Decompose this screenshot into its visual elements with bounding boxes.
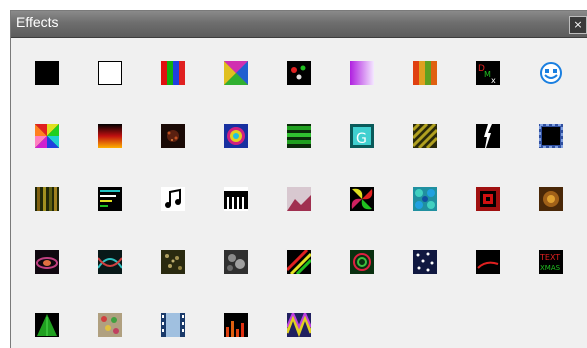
horizontal-bars-icon[interactable] <box>287 124 311 148</box>
shimmer-icon[interactable] <box>539 187 563 211</box>
plasma-icon[interactable] <box>413 187 437 211</box>
pattern-icon[interactable] <box>413 124 437 148</box>
spirograph-icon[interactable] <box>350 250 374 274</box>
title-bar[interactable]: Effects × <box>11 11 587 38</box>
color-bars-icon[interactable] <box>161 61 185 85</box>
marquee-icon[interactable] <box>539 124 563 148</box>
fireworks-icon[interactable] <box>161 124 185 148</box>
svg-text:x: x <box>491 76 496 85</box>
effects-grid: DMx G TEXT XMAS <box>11 37 587 348</box>
close-button[interactable]: × <box>569 16 587 34</box>
vu-meter-icon[interactable] <box>224 313 248 337</box>
svg-text:TEXT: TEXT <box>539 253 560 262</box>
strobe-icon[interactable] <box>476 250 500 274</box>
black-fill-icon[interactable] <box>35 61 59 85</box>
svg-text:M: M <box>484 70 491 79</box>
ripple-icon[interactable] <box>476 187 500 211</box>
close-icon: × <box>573 18 583 31</box>
svg-text:G: G <box>356 131 367 147</box>
snowstorm-icon[interactable] <box>224 250 248 274</box>
music-icon[interactable] <box>161 187 185 211</box>
dots-icon[interactable] <box>287 61 311 85</box>
stars-icon[interactable] <box>413 250 437 274</box>
vertical-bars-icon[interactable] <box>413 61 437 85</box>
lightning-icon[interactable] <box>476 124 500 148</box>
single-strand-icon[interactable] <box>98 250 122 274</box>
window-title: Effects <box>16 14 59 30</box>
pictures-icon[interactable] <box>287 187 311 211</box>
gradient-icon[interactable] <box>350 61 374 85</box>
dmx-icon[interactable]: DMx <box>476 61 500 85</box>
snowflakes-icon[interactable] <box>161 250 185 274</box>
effects-window: Effects × DMx G TEXT XMAS <box>10 10 587 348</box>
tree-icon[interactable] <box>35 313 59 337</box>
pinwheel-icon[interactable] <box>350 187 374 211</box>
twinkle-icon[interactable] <box>98 313 122 337</box>
white-fill-icon[interactable] <box>98 61 122 85</box>
matrix-icon[interactable] <box>35 187 59 211</box>
smiley-icon[interactable] <box>539 61 563 85</box>
text-icon[interactable]: TEXT XMAS <box>539 250 563 274</box>
spiral-icon[interactable] <box>224 124 248 148</box>
svg-text:XMAS: XMAS <box>540 264 561 272</box>
meteors-icon[interactable] <box>98 187 122 211</box>
color-wheel-icon[interactable] <box>35 124 59 148</box>
video-icon[interactable] <box>161 313 185 337</box>
spirals-icon[interactable] <box>287 250 311 274</box>
crossfade-icon[interactable] <box>224 61 248 85</box>
wave-icon[interactable] <box>287 313 311 337</box>
piano-icon[interactable] <box>224 187 248 211</box>
glediator-icon[interactable]: G <box>350 124 374 148</box>
fire-icon[interactable] <box>98 124 122 148</box>
shockwave-icon[interactable] <box>35 250 59 274</box>
